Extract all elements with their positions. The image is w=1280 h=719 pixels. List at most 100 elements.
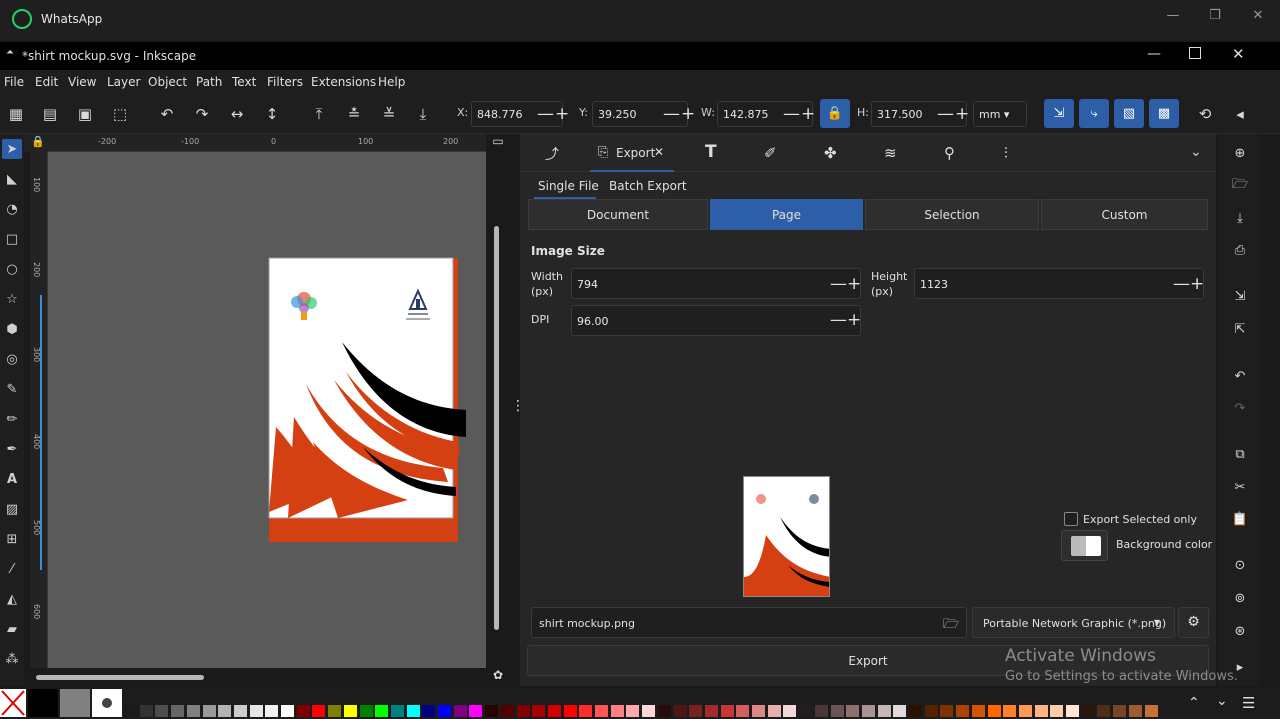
palette-swatch[interactable]	[720, 705, 734, 717]
palette-swatch[interactable]	[469, 705, 483, 717]
palette-swatch[interactable]	[814, 705, 828, 717]
height-field[interactable]: 1123	[914, 268, 1204, 299]
palette-swatch[interactable]	[1066, 705, 1079, 717]
ellipse-tool-icon[interactable]: ○	[2, 259, 22, 279]
palette-swatch[interactable]	[202, 705, 216, 717]
palette-swatch[interactable]	[657, 705, 671, 717]
close-icon[interactable]: ✕	[1232, 45, 1245, 63]
palette-swatch[interactable]	[752, 705, 765, 717]
menu-path[interactable]: Path	[196, 75, 222, 89]
width-field[interactable]: 794	[571, 268, 861, 299]
selector-tool-icon[interactable]: ➤	[2, 139, 22, 159]
print-icon[interactable]: ⎙	[1230, 240, 1250, 260]
tab-overflow-chevron-icon[interactable]: ⌄	[1190, 144, 1202, 160]
dpi-stepper[interactable]: —+	[830, 310, 861, 330]
palette-swatch[interactable]	[626, 705, 640, 717]
menu-file[interactable]: File	[4, 75, 24, 89]
flip-horizontal-icon[interactable]: ↔	[225, 102, 249, 126]
tab-batch-export[interactable]: Batch Export	[609, 179, 687, 193]
redo-icon[interactable]: ↷	[1230, 398, 1250, 418]
cut-icon[interactable]: ✂	[1230, 477, 1250, 497]
unit-select[interactable]: mm ▾	[973, 101, 1027, 127]
area-custom-button[interactable]: Custom	[1041, 199, 1208, 230]
bezier-tool-icon[interactable]: ✎	[2, 379, 22, 399]
menu-view[interactable]: View	[68, 75, 96, 89]
text-tool-icon[interactable]: A	[2, 469, 22, 489]
calligraphy-tool-icon[interactable]: ✒	[2, 439, 22, 459]
palette-swatch[interactable]	[155, 705, 169, 717]
palette-swatch[interactable]	[124, 705, 137, 717]
palette-swatch[interactable]	[956, 705, 970, 717]
palette-swatch[interactable]	[453, 705, 467, 717]
paste-icon[interactable]: 📋	[1230, 509, 1250, 529]
menu-edit[interactable]: Edit	[35, 75, 58, 89]
palette-swatch[interactable]	[186, 705, 200, 717]
close-icon[interactable]: ✕	[1248, 8, 1268, 24]
palette-swatch[interactable]	[893, 705, 907, 717]
dpi-field[interactable]: 96.00	[571, 305, 861, 336]
raise-to-top-icon[interactable]: ⤒	[307, 102, 331, 126]
3d-box-tool-icon[interactable]: ⬢	[2, 319, 22, 339]
palette-swatch[interactable]	[312, 705, 326, 717]
save-icon[interactable]: ⤓	[1230, 208, 1250, 228]
snap-icon[interactable]: ⟲	[1193, 102, 1217, 126]
select-all-icon[interactable]: ▦	[4, 102, 28, 126]
palette-swatch[interactable]	[704, 705, 718, 717]
zoom-page-icon[interactable]: ⊛	[1230, 621, 1250, 641]
transform-gradients-icon[interactable]: ▧	[1114, 99, 1144, 128]
deselect-icon[interactable]: ⬚	[108, 102, 132, 126]
y-stepper[interactable]: —+	[663, 104, 696, 124]
text-font-tab-icon[interactable]: T	[705, 142, 717, 162]
folder-icon[interactable]: 🗁	[943, 615, 959, 637]
palette-swatch[interactable]	[595, 705, 608, 717]
area-document-button[interactable]: Document	[528, 199, 708, 230]
area-selection-button[interactable]: Selection	[865, 199, 1039, 230]
black-swatch[interactable]	[28, 689, 58, 717]
palette-swatch[interactable]	[1018, 705, 1032, 717]
menu-help[interactable]: Help	[378, 75, 405, 89]
palette-swatch[interactable]	[438, 705, 451, 717]
h-stepper[interactable]: —+	[937, 104, 970, 124]
palette-swatch[interactable]	[1003, 705, 1017, 717]
palette-scroll-up-icon[interactable]: ⌃	[1188, 695, 1200, 711]
star-tool-icon[interactable]: ☆	[2, 289, 22, 309]
background-color-button[interactable]	[1061, 530, 1108, 561]
palette-swatch[interactable]	[406, 705, 420, 717]
no-paint-swatch[interactable]	[0, 689, 26, 717]
palette-swatch[interactable]	[547, 705, 561, 717]
select-all-layers-icon[interactable]: ▤	[38, 102, 62, 126]
close-tab-icon[interactable]: ✕	[654, 145, 664, 159]
palette-swatch[interactable]	[359, 705, 373, 717]
height-stepper[interactable]: —+	[1173, 274, 1204, 294]
minimize-icon[interactable]: —	[1147, 46, 1161, 62]
format-select[interactable]: Portable Network Graphic (*.png) ▾	[972, 607, 1175, 638]
palette-swatch[interactable]	[390, 705, 404, 717]
new-document-icon[interactable]: ⊕	[1230, 143, 1250, 163]
align-tab-icon[interactable]: ⫶	[1004, 144, 1008, 162]
pencil-tool-icon[interactable]: ✏	[2, 409, 22, 429]
palette-swatch[interactable]	[940, 705, 954, 717]
horizontal-scrollbar[interactable]	[36, 675, 204, 680]
palette-swatch[interactable]	[532, 705, 546, 717]
palette-swatch[interactable]	[610, 705, 624, 717]
zoom-selection-icon[interactable]: ⊙	[1230, 555, 1250, 575]
x-stepper[interactable]: —+	[537, 104, 570, 124]
palette-swatch[interactable]	[924, 705, 938, 717]
palette-swatch[interactable]	[689, 705, 703, 717]
menu-text[interactable]: Text	[232, 75, 256, 89]
palette-swatch[interactable]	[1128, 705, 1142, 717]
palette-swatch[interactable]	[265, 705, 279, 717]
palette-swatch[interactable]	[1144, 705, 1158, 717]
find-tab-icon[interactable]: ⚲	[944, 144, 955, 162]
palette-swatch[interactable]	[642, 705, 656, 717]
w-stepper[interactable]: —+	[783, 104, 816, 124]
layers-tab-icon[interactable]: ≋	[884, 144, 897, 162]
export-tab[interactable]: ⎘ Export ✕	[590, 134, 674, 172]
filename-field[interactable]: shirt mockup.png 🗁	[531, 607, 967, 638]
palette-swatch[interactable]	[909, 705, 922, 717]
gray-swatch[interactable]	[60, 689, 90, 717]
palette-swatch[interactable]	[783, 705, 797, 717]
palette-swatch[interactable]	[799, 705, 813, 717]
export-icon[interactable]: ⇱	[1230, 319, 1250, 339]
undo-icon[interactable]: ↶	[1230, 366, 1250, 386]
